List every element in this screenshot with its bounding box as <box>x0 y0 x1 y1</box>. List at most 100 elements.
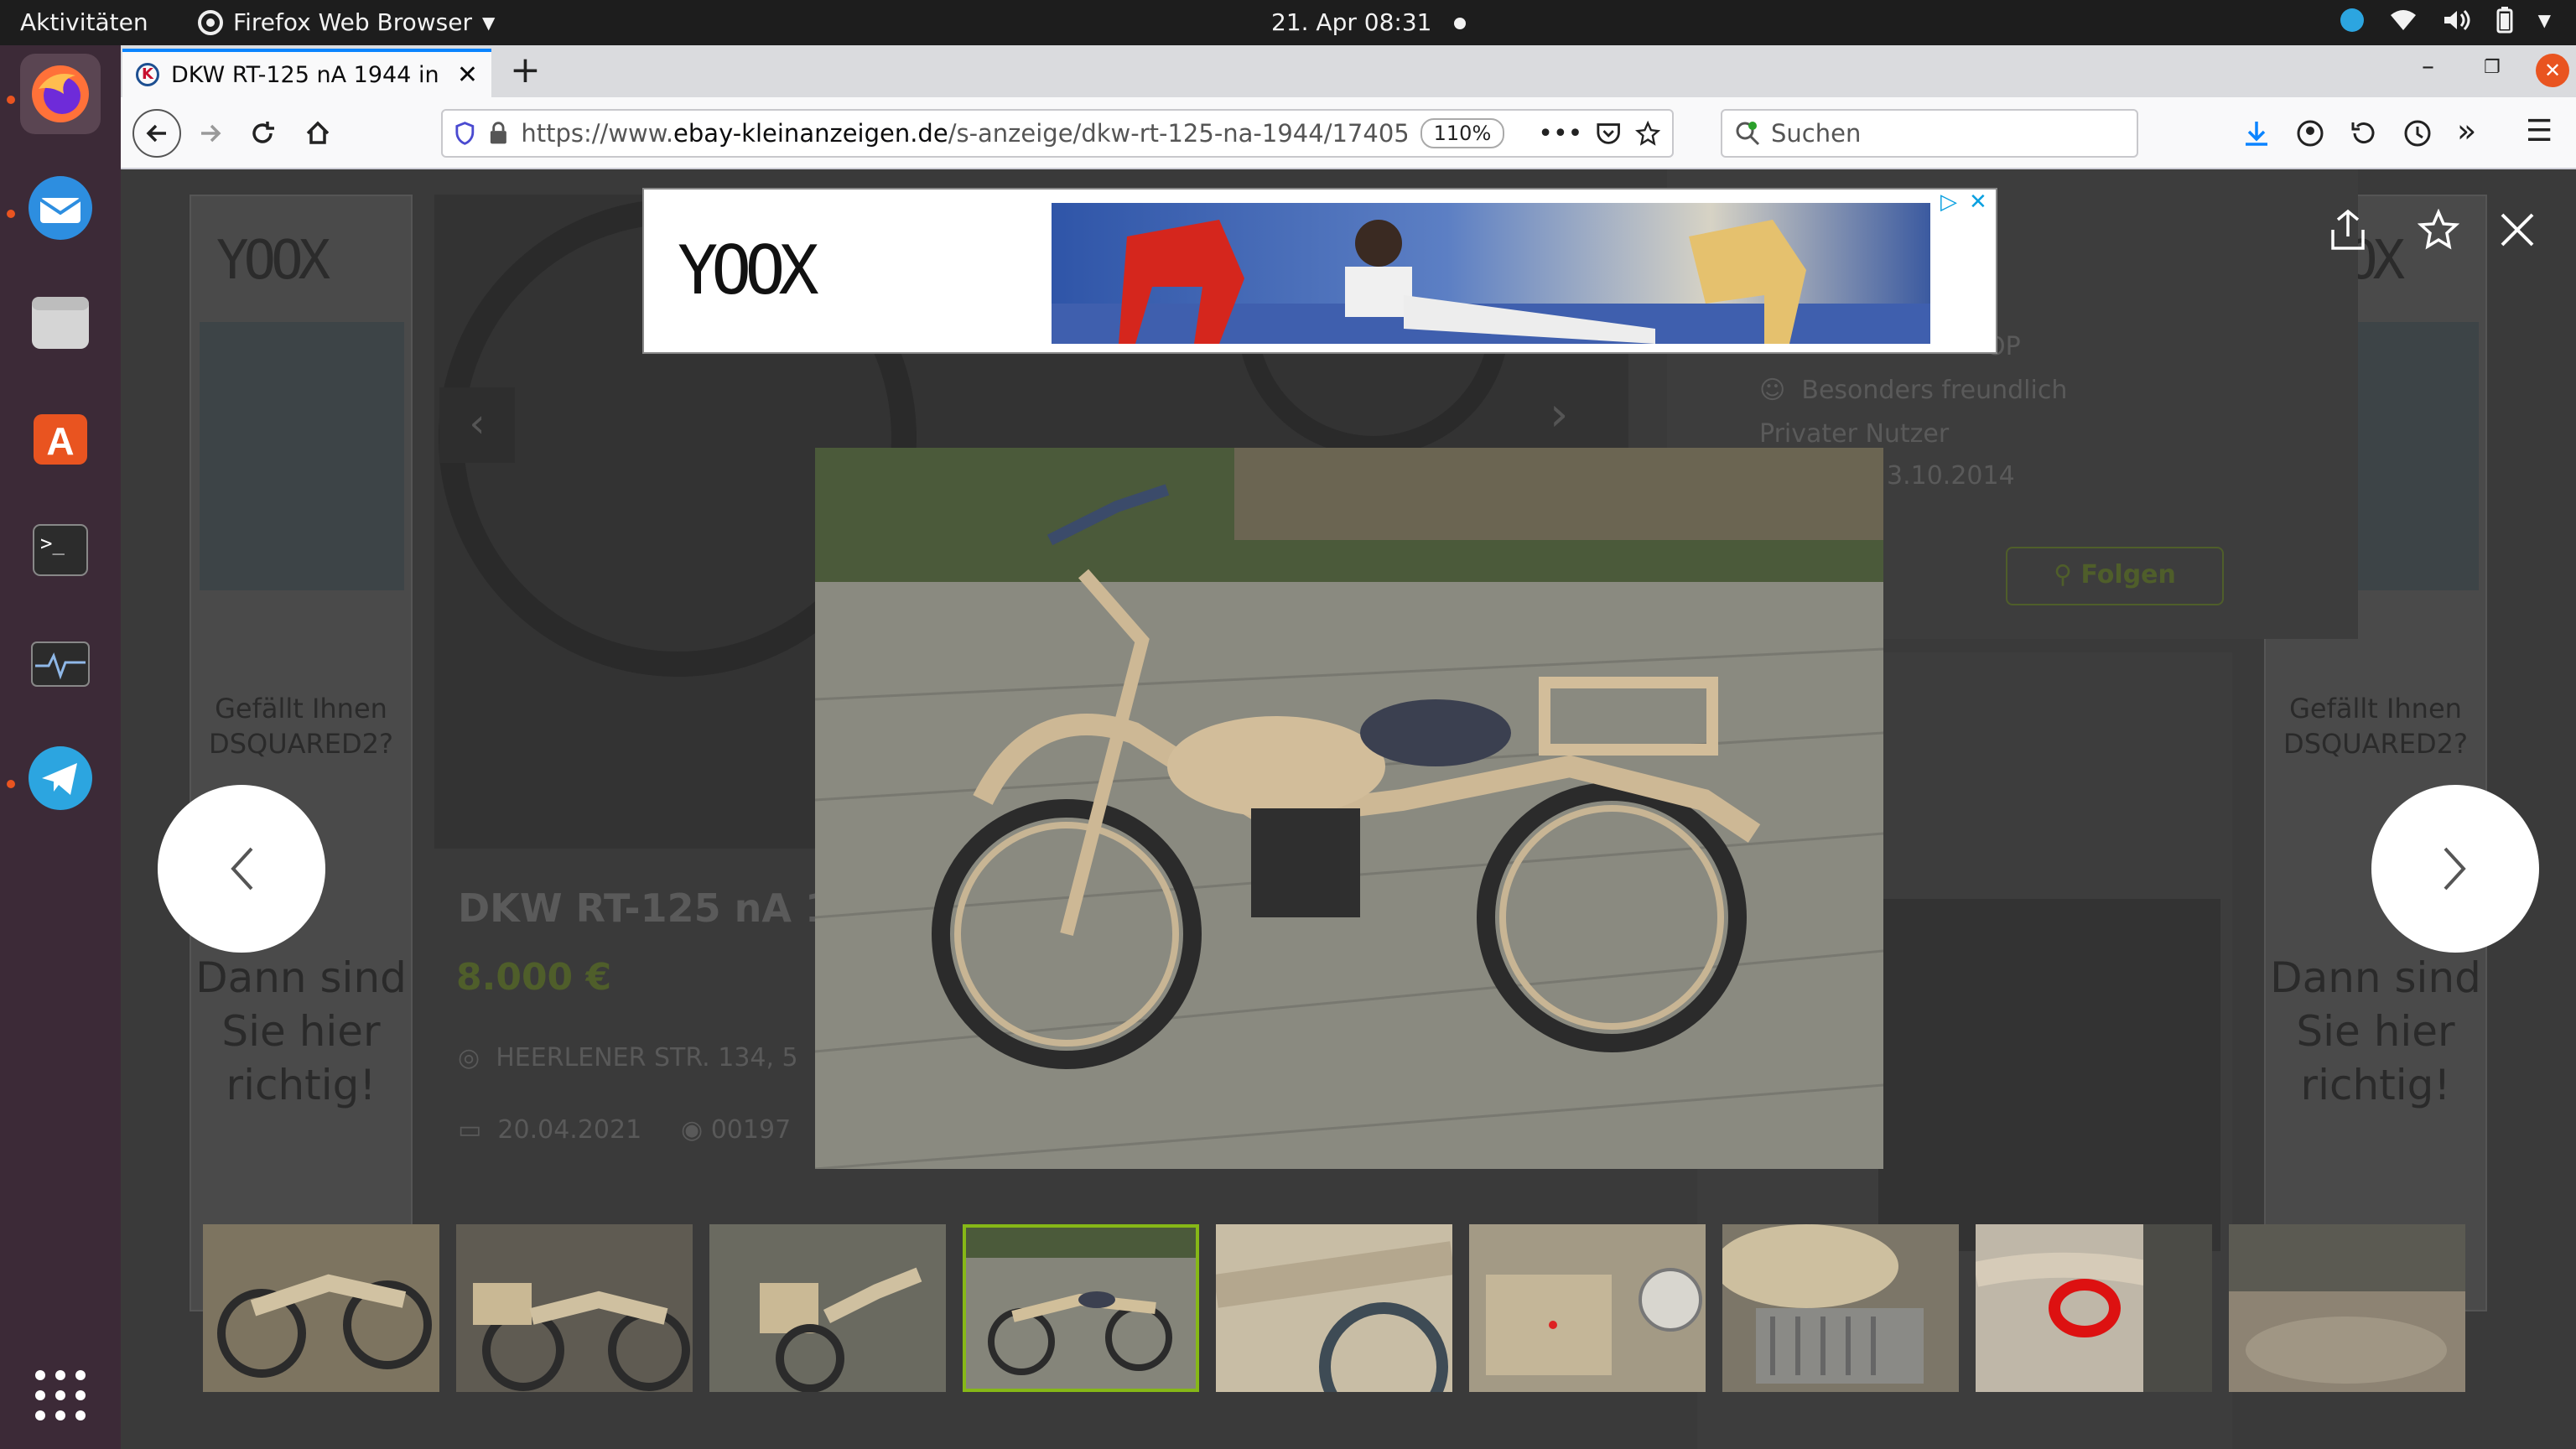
seller-since: 3.10.2014 <box>1887 461 2015 491</box>
pocket-icon[interactable] <box>1596 121 1621 146</box>
date: ▭ 20.04.2021 <box>458 1115 642 1145</box>
seller-badge-text: Besonders freundlich <box>1801 376 2068 405</box>
system-top-bar: Aktivitäten Firefox Web Browser ▼ 21. Ap… <box>0 0 2576 45</box>
shield-icon[interactable] <box>454 121 475 146</box>
ad-brand: YOOX <box>216 230 330 292</box>
search-bar[interactable]: Suchen <box>1721 109 2138 158</box>
main-photo[interactable] <box>815 448 1883 1169</box>
firefox-icon[interactable] <box>20 54 101 134</box>
adchoices-icon[interactable]: ▷ <box>1940 190 1957 215</box>
thumbnail-strip <box>203 1224 2465 1392</box>
account-icon[interactable] <box>2296 119 2324 148</box>
follow-button[interactable]: ⚲ Folgen <box>2006 547 2224 605</box>
reload-button[interactable] <box>242 112 283 154</box>
thumbnail[interactable] <box>709 1224 946 1392</box>
address: ◎ HEERLENER STR. 134, 5 <box>458 1043 798 1072</box>
home-icon <box>306 121 330 144</box>
lock-icon[interactable] <box>489 121 508 146</box>
running-indicator <box>7 210 15 218</box>
url-bar[interactable]: https://www.ebay-kleinanzeigen.de/s-anze… <box>441 109 1674 158</box>
system-tray[interactable]: ▼ <box>2340 7 2551 34</box>
search-placeholder: Suchen <box>1771 119 1862 148</box>
activities-button[interactable]: Aktivitäten <box>20 8 148 36</box>
tab-active[interactable]: K DKW RT-125 nA 1944 in ✕ <box>122 49 491 97</box>
side-ad-left[interactable]: YOOX Gefällt Ihnen DSQUARED2? Dann sind … <box>190 195 413 1311</box>
running-indicator <box>7 780 15 788</box>
lightbox-ad-banner[interactable]: YOOX › ▷ ✕ <box>642 188 1997 354</box>
chevron-left-icon <box>231 847 253 891</box>
arrow-right-icon <box>201 124 221 143</box>
svg-text:A: A <box>46 419 74 463</box>
notification-dot-icon <box>1454 18 1467 29</box>
telegram-icon[interactable] <box>20 738 101 818</box>
thumbnail[interactable] <box>2229 1224 2465 1392</box>
app-menu-label: Firefox Web Browser <box>233 8 472 36</box>
chevron-down-icon: ▼ <box>481 12 496 33</box>
chevron-down-icon: ▼ <box>2537 10 2551 30</box>
maximize-button[interactable]: ❐ <box>2484 57 2501 78</box>
thumbnail-selected[interactable] <box>963 1224 1199 1392</box>
thumbnail[interactable] <box>203 1224 439 1392</box>
history-back-icon[interactable] <box>2350 119 2378 148</box>
show-apps-icon[interactable] <box>20 1355 101 1436</box>
page-actions-icon[interactable]: ••• <box>1538 119 1582 148</box>
thumbnail[interactable] <box>1216 1224 1452 1392</box>
zoom-indicator[interactable]: 110% <box>1420 118 1505 148</box>
ad-title: DKW RT-125 nA 19 <box>458 886 860 931</box>
address-text: HEERLENER STR. 134, 5 <box>496 1043 798 1072</box>
reload-icon <box>252 122 274 143</box>
share-icon[interactable] <box>2323 205 2373 255</box>
wifi-icon <box>2390 10 2416 30</box>
forward-button[interactable] <box>190 112 231 154</box>
tab-title: DKW RT-125 nA 1944 in <box>171 61 439 88</box>
ad-image <box>200 322 404 590</box>
back-button[interactable] <box>132 109 181 158</box>
ad-question: Gefällt Ihnen DSQUARED2? <box>2283 693 2468 760</box>
telegram-tray-icon[interactable] <box>2340 8 2364 32</box>
seller-badge: ☺ Besonders freundlich <box>1759 376 2068 405</box>
url-path: /s-anzeige/dkw-rt-125-na-1944/17405660 <box>948 119 1407 148</box>
views-text: 00197 <box>710 1115 792 1145</box>
thumbnail[interactable] <box>1469 1224 1706 1392</box>
clock-text: 21. Apr 08:31 <box>1271 8 1432 36</box>
lightbox-next-button[interactable] <box>2371 785 2539 953</box>
minimize-button[interactable]: – <box>2422 52 2434 81</box>
gallery-next-icon[interactable]: › <box>1550 387 1568 442</box>
ad-banner-image: › <box>1052 203 1930 344</box>
bookmark-star-icon[interactable] <box>1634 120 1661 147</box>
running-indicator <box>7 96 15 104</box>
downloads-icon[interactable] <box>2242 119 2271 148</box>
right-ad-image <box>1878 899 2220 1251</box>
lightbox-prev-button[interactable] <box>158 785 325 953</box>
thumbnail[interactable] <box>456 1224 693 1392</box>
thunderbird-icon[interactable] <box>20 168 101 248</box>
ad-close-icon[interactable]: ✕ <box>1969 190 1987 215</box>
thumbnail[interactable] <box>1722 1224 1959 1392</box>
svg-text:>_: >_ <box>40 532 65 555</box>
close-tab-icon[interactable]: ✕ <box>457 60 478 90</box>
clock[interactable]: 21. Apr 08:31 <box>1271 8 1467 36</box>
home-button[interactable] <box>297 112 339 154</box>
price: 8.000 € <box>456 956 612 999</box>
battery-icon <box>2496 7 2513 34</box>
new-tab-button[interactable]: + <box>510 49 541 91</box>
overflow-chevron-icon[interactable]: » <box>2457 112 2476 149</box>
files-icon[interactable] <box>20 282 101 362</box>
firefox-small-icon <box>198 9 223 35</box>
favorite-star-icon[interactable] <box>2413 205 2464 255</box>
url-domain: ebay-kleinanzeigen.de <box>673 119 948 148</box>
monitor-icon[interactable] <box>20 624 101 704</box>
thumbnail[interactable] <box>1976 1224 2212 1392</box>
close-lightbox-icon[interactable] <box>2492 205 2542 255</box>
terminal-icon[interactable]: >_ <box>20 510 101 590</box>
app-menu[interactable]: Firefox Web Browser ▼ <box>198 8 495 36</box>
history-clock-icon[interactable] <box>2403 119 2432 148</box>
hamburger-menu-icon[interactable]: ☰ <box>2526 114 2553 148</box>
close-window-button[interactable]: ✕ <box>2536 54 2569 87</box>
software-icon[interactable]: A <box>20 396 101 476</box>
views: ◉ 00197 <box>681 1115 792 1145</box>
url-prefix: https://www. <box>521 119 674 148</box>
ad-logo: YOOX <box>678 231 819 309</box>
follow-label: Folgen <box>2080 560 2176 589</box>
gallery-prev-icon[interactable]: ‹ <box>439 387 515 463</box>
